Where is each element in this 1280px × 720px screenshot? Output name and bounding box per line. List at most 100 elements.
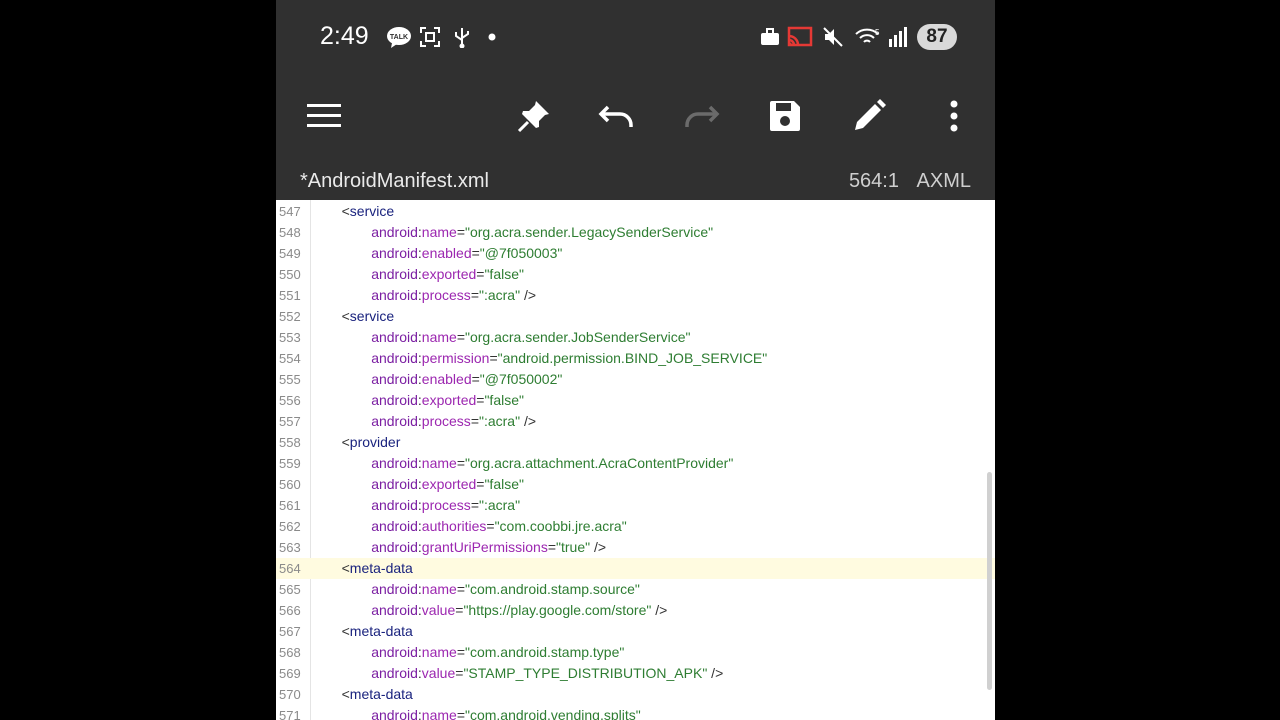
- line-code: android:process=":acra": [371, 495, 520, 516]
- token-val: "org.acra.sender.LegacySenderService": [465, 224, 714, 240]
- token-val: "@7f050002": [479, 371, 563, 387]
- usb-icon: [452, 26, 472, 48]
- token-attr: enabled: [421, 245, 472, 261]
- code-line[interactable]: 569 android:value="STAMP_TYPE_DISTRIBUTIO…: [276, 663, 995, 684]
- code-line[interactable]: 558 <provider: [276, 432, 995, 453]
- line-number: 555: [279, 372, 301, 387]
- token-val: ":acra": [479, 287, 521, 303]
- token-attr: value: [421, 665, 456, 681]
- token-attr: process: [421, 287, 471, 303]
- line-code: android:name="com.android.vending.splits…: [371, 705, 641, 720]
- code-line[interactable]: 565 android:name="com.android.stamp.sourc…: [276, 579, 995, 600]
- code-line[interactable]: 571 android:name="com.android.vending.spl…: [276, 705, 995, 720]
- code-line[interactable]: 556 android:exported="false": [276, 390, 995, 411]
- code-line[interactable]: 561 android:process=":acra": [276, 495, 995, 516]
- line-number: 563: [279, 540, 301, 555]
- token-punct: =: [486, 518, 495, 534]
- code-line[interactable]: 548 android:name="org.acra.sender.LegacyS…: [276, 222, 995, 243]
- line-code: <service: [342, 306, 395, 327]
- token-attrns: android: [371, 329, 418, 345]
- token-val: "org.acra.sender.JobSenderService": [465, 329, 691, 345]
- pin-icon[interactable]: [510, 92, 558, 140]
- code-line[interactable]: 557 android:process=":acra" />: [276, 411, 995, 432]
- line-code: android:exported="false": [371, 264, 524, 285]
- token-punct: =: [489, 350, 498, 366]
- code-editor[interactable]: 547 <service 548 android:name="org.acra.sen…: [276, 200, 995, 720]
- token-val: "com.android.stamp.type": [465, 644, 625, 660]
- code-line[interactable]: 555 android:enabled="@7f050002": [276, 369, 995, 390]
- code-line[interactable]: 563 android:grantUriPermissions="true" />: [276, 537, 995, 558]
- token-attrns: android: [371, 497, 418, 513]
- token-tag: service: [349, 203, 395, 219]
- svg-text:5: 5: [875, 28, 880, 37]
- code-line[interactable]: 567 <meta-data: [276, 621, 995, 642]
- token-punct: <: [341, 434, 350, 450]
- token-punct: =: [470, 413, 479, 429]
- code-line[interactable]: 553 android:name="org.acra.sender.JobSend…: [276, 327, 995, 348]
- token-attrns: android: [371, 224, 418, 240]
- token-punct: <: [341, 308, 350, 324]
- token-val: "com.coobbi.jre.acra": [494, 518, 627, 534]
- token-attrns: android: [371, 413, 418, 429]
- line-code: <provider: [342, 432, 401, 453]
- code-line[interactable]: 568 android:name="com.android.stamp.type": [276, 642, 995, 663]
- line-number: 547: [279, 204, 301, 219]
- token-punct: <: [341, 686, 350, 702]
- token-val: "true": [556, 539, 591, 555]
- code-line[interactable]: 547 <service: [276, 201, 995, 222]
- token-val: "STAMP_TYPE_DISTRIBUTION_APK": [463, 665, 708, 681]
- token-val: "https://play.google.com/store": [463, 602, 652, 618]
- code-line[interactable]: 554 android:permission="android.permissio…: [276, 348, 995, 369]
- line-code: android:process=":acra" />: [371, 285, 536, 306]
- menu-icon[interactable]: [300, 92, 348, 140]
- line-number: 556: [279, 393, 301, 408]
- token-attr: name: [421, 329, 457, 345]
- line-code: android:exported="false": [371, 474, 524, 495]
- token-punct: =: [470, 497, 479, 513]
- save-icon[interactable]: [761, 92, 809, 140]
- cursor-position: 564:1: [848, 170, 899, 192]
- code-line[interactable]: 570 <meta-data: [276, 684, 995, 705]
- editor-scrollbar[interactable]: [987, 472, 992, 690]
- code-line[interactable]: 552 <service: [276, 306, 995, 327]
- code-line[interactable]: 564 <meta-data: [276, 558, 995, 579]
- code-line[interactable]: 559 android:name="org.acra.attachment.Acr…: [276, 453, 995, 474]
- code-line[interactable]: 560 android:exported="false": [276, 474, 995, 495]
- code-line[interactable]: 550 android:exported="false": [276, 264, 995, 285]
- undo-icon[interactable]: [593, 92, 641, 140]
- token-punct: =: [456, 581, 465, 597]
- token-attr: name: [421, 581, 457, 597]
- line-code: android:value="https://play.google.com/s…: [371, 600, 667, 621]
- syntax-mode[interactable]: AXML: [917, 170, 971, 193]
- token-punct: =: [456, 455, 465, 471]
- line-number: 559: [279, 456, 301, 471]
- token-attr: exported: [421, 266, 477, 282]
- token-punct: />: [590, 539, 607, 555]
- line-code: android:exported="false": [371, 390, 524, 411]
- briefcase-icon: [759, 26, 781, 48]
- token-attr: name: [421, 455, 457, 471]
- code-line[interactable]: 562 android:authorities="com.coobbi.jre.a…: [276, 516, 995, 537]
- token-punct: />: [520, 413, 537, 429]
- token-punct: =: [456, 329, 465, 345]
- code-line[interactable]: 566 android:value="https://play.google.co…: [276, 600, 995, 621]
- line-number: 560: [279, 477, 301, 492]
- token-val: "@7f050003": [479, 245, 563, 261]
- token-punct: <: [341, 203, 350, 219]
- code-line[interactable]: 551 android:process=":acra" />: [276, 285, 995, 306]
- edit-icon[interactable]: [845, 92, 893, 140]
- token-attr: name: [421, 224, 457, 240]
- redo-icon[interactable]: [677, 92, 725, 140]
- line-code: android:name="org.acra.sender.JobSenderS…: [371, 327, 690, 348]
- line-number: 567: [279, 624, 301, 639]
- dot-icon: [486, 26, 498, 48]
- line-code: android:process=":acra" />: [371, 411, 536, 432]
- more-icon[interactable]: [930, 92, 978, 140]
- editor-toolbar: [276, 72, 995, 160]
- token-attr: grantUriPermissions: [421, 539, 548, 555]
- code-line[interactable]: 549 android:enabled="@7f050003": [276, 243, 995, 264]
- line-number: 553: [279, 330, 301, 345]
- line-code: android:enabled="@7f050003": [371, 243, 562, 264]
- line-number: 568: [279, 645, 301, 660]
- file-name: *AndroidManifest.xml: [300, 170, 489, 192]
